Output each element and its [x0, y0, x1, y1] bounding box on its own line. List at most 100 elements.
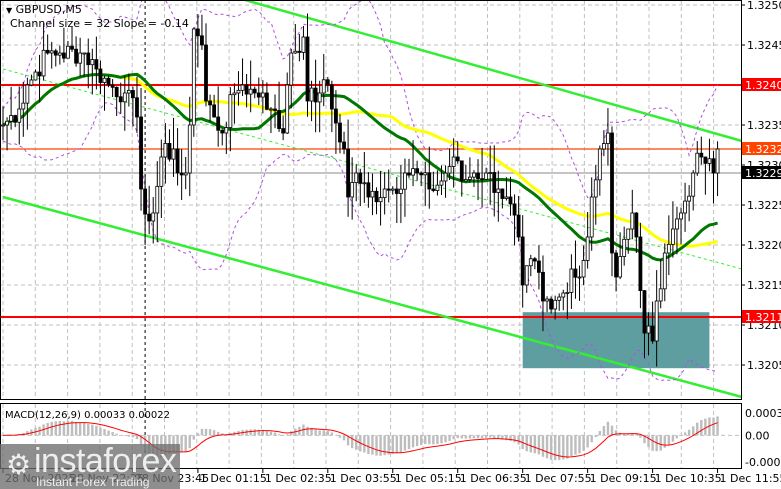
collapse-triangle-icon[interactable]: ▼: [6, 6, 12, 15]
candle-bear: [508, 196, 513, 205]
macd-bar: [326, 430, 329, 436]
candle-bull: [423, 172, 428, 176]
macd-bar: [184, 435, 187, 452]
x-tick-label: 1 Dec 11:55: [720, 472, 781, 485]
candle-bull: [187, 124, 192, 174]
macd-tick-label: -0.00044: [745, 456, 781, 469]
x-tick-label: 1 Dec 07:55: [525, 472, 592, 485]
macd-bar: [553, 435, 557, 461]
candle-bull: [25, 84, 30, 104]
candle-bear: [500, 188, 505, 199]
macd-bar: [424, 435, 427, 445]
macd-bar: [62, 421, 66, 436]
candle-bull: [484, 172, 489, 180]
macd-tick-label: 0.00: [745, 429, 770, 442]
macd-bar: [663, 435, 666, 448]
macd-bar: [265, 430, 269, 436]
candle-bear: [37, 71, 42, 77]
macd-bar: [379, 435, 382, 456]
macd-bar: [277, 434, 281, 436]
candle-bear: [650, 325, 655, 342]
candle-bear: [610, 132, 614, 254]
candle-bear: [537, 260, 541, 273]
candle-bear: [366, 182, 371, 198]
macd-bar: [95, 425, 98, 436]
candle-bull: [561, 292, 566, 298]
macd-bar: [204, 428, 208, 436]
candle-bull: [715, 148, 720, 174]
macd-label: MACD(12,26,9) 0.00033 0.00022: [5, 410, 171, 421]
candle-bull: [260, 92, 265, 98]
candle-bull: [289, 52, 294, 86]
candle-bear: [407, 172, 411, 176]
candle-bear: [264, 92, 269, 110]
candle-bear: [338, 122, 342, 143]
candle-bear: [200, 35, 204, 46]
candle-bear: [244, 84, 249, 95]
candle-bear: [455, 156, 460, 162]
candle-bear: [520, 236, 525, 286]
candle-bear: [147, 213, 152, 222]
candle-bull: [317, 92, 322, 103]
macd-bar: [659, 435, 662, 451]
candle-bull: [472, 172, 476, 178]
price-axis[interactable]: 1.32501.32451.32401.32351.32301.32251.32…: [741, 0, 781, 469]
candle-bull: [411, 168, 415, 176]
y-tick-label: 1.3215: [747, 279, 781, 292]
candle-bull: [601, 143, 606, 150]
candle-bear: [549, 298, 553, 310]
candle-bear: [204, 44, 208, 102]
macd-bar: [566, 435, 569, 459]
candle-bear: [212, 104, 217, 118]
macd-bar: [582, 435, 585, 451]
candle-bear: [419, 172, 424, 176]
candle-bull: [232, 92, 237, 96]
macd-bar: [342, 435, 346, 441]
channel-upper: [240, 0, 743, 143]
macd-bar: [448, 435, 451, 441]
candle-bear: [614, 252, 618, 278]
candle-bear: [459, 160, 464, 182]
x-tick-label: 1 Dec 06:35: [460, 472, 527, 485]
candle-bull: [451, 156, 456, 167]
candle-bear: [106, 77, 111, 86]
candle-bull: [707, 158, 712, 164]
candle-bull: [29, 79, 34, 86]
macd-bar: [610, 425, 614, 436]
macd-bar: [436, 435, 439, 444]
candle-bear: [281, 128, 286, 134]
macd-bar: [590, 435, 593, 443]
candle-bull: [467, 176, 472, 180]
candle-bull: [90, 59, 95, 66]
macd-bar: [602, 426, 606, 436]
macd-bar: [537, 435, 541, 455]
candle-bull: [666, 243, 671, 254]
macd-tick-label: 0.00037: [745, 407, 781, 420]
candle-bear: [53, 50, 58, 56]
candle-bear: [431, 188, 436, 191]
macd-bar: [541, 435, 545, 457]
candle-bear: [415, 168, 420, 174]
macd-bar: [54, 421, 57, 436]
candle-bull: [378, 197, 383, 203]
candle-bull: [654, 300, 659, 342]
candle-bear: [273, 108, 277, 111]
watermark: ⚙ instaforex Instant Forex Trading: [0, 442, 180, 489]
candle-bull: [41, 49, 46, 77]
x-tick-label: 1 Dec 01:15: [200, 472, 267, 485]
candle-bull: [362, 182, 367, 185]
macd-bar: [306, 426, 309, 436]
candle-bull: [439, 180, 444, 186]
candle-bull: [78, 52, 83, 64]
candle-bear: [634, 212, 639, 238]
candle-bull: [122, 92, 127, 103]
macd-bar: [647, 435, 650, 448]
macd-bar: [513, 435, 516, 443]
macd-bar: [74, 421, 78, 436]
candle-bull: [488, 172, 493, 174]
candle-bear: [516, 214, 521, 238]
candle-bear: [638, 236, 643, 291]
candle-bull: [49, 50, 54, 54]
x-tick-label: 1 Dec 05:15: [395, 472, 462, 485]
candle-bear: [642, 290, 647, 334]
